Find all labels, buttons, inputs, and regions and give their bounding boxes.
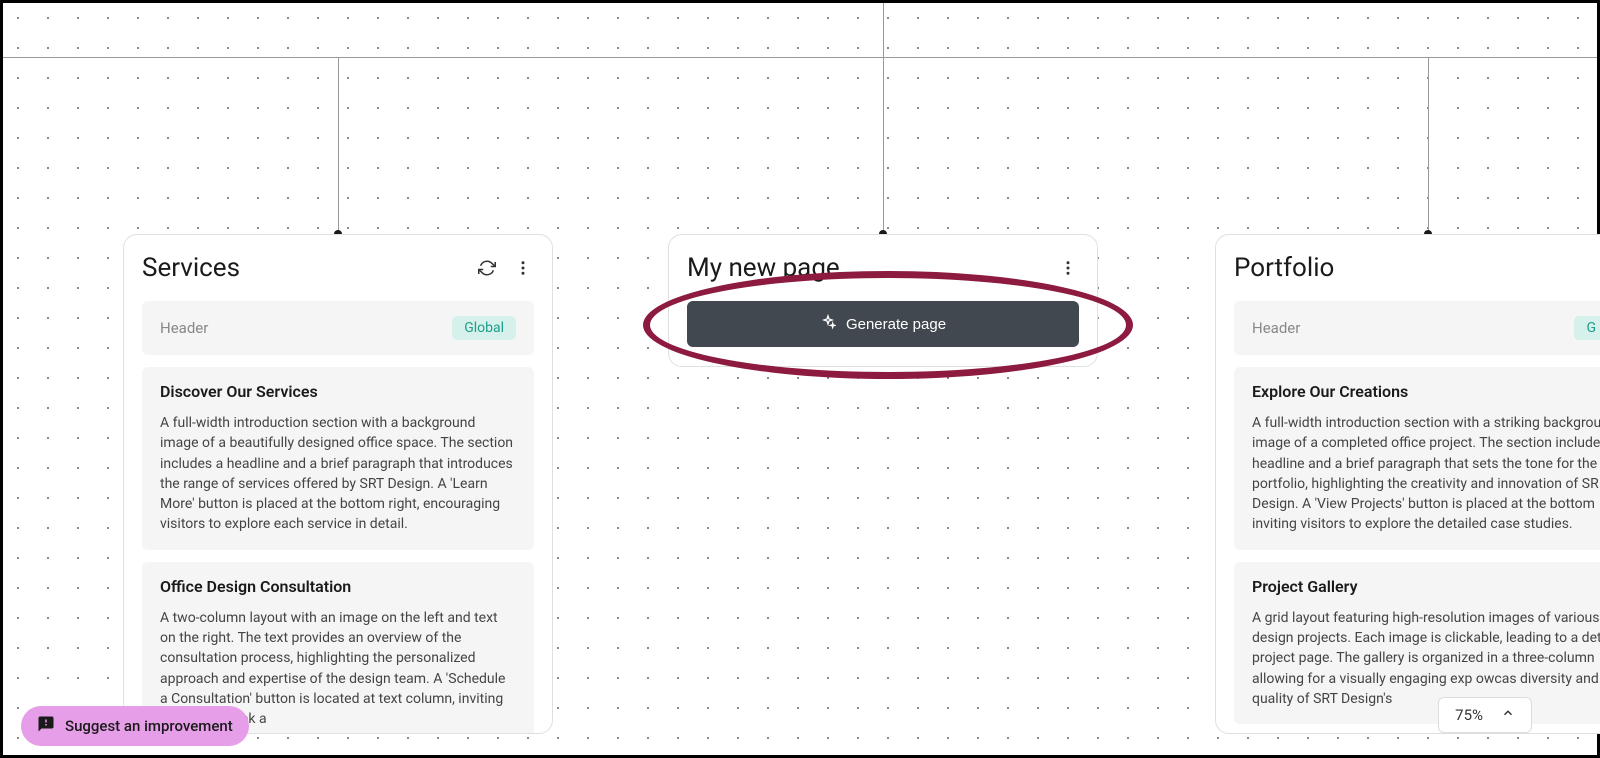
header-section-block[interactable]: Header G: [1234, 301, 1600, 355]
card-header: Portfolio: [1234, 253, 1600, 283]
page-card-newpage[interactable]: My new page Generate page: [668, 234, 1098, 367]
section-label: Header: [1252, 319, 1300, 337]
global-badge: G: [1574, 316, 1600, 340]
suggest-improvement-button[interactable]: Suggest an improvement: [21, 706, 249, 746]
section-label: Header: [160, 319, 208, 337]
generate-page-button[interactable]: Generate page: [687, 301, 1079, 347]
tree-connector: [883, 57, 884, 234]
section-block[interactable]: Project Gallery A grid layout featuring …: [1234, 562, 1600, 724]
more-vertical-icon[interactable]: [512, 257, 534, 279]
page-card-services[interactable]: Services Header Global Discover Our Serv…: [123, 234, 553, 734]
section-description: A full-width introduction section with a…: [160, 413, 516, 535]
section-description: A full-width introduction section with a…: [1252, 413, 1600, 535]
global-badge: Global: [452, 316, 516, 340]
section-description: A grid layout featuring high-resolution …: [1252, 608, 1600, 709]
suggest-label: Suggest an improvement: [65, 717, 233, 735]
card-title: My new page: [687, 253, 840, 283]
section-block[interactable]: Discover Our Services A full-width intro…: [142, 367, 534, 550]
card-header-actions: [1057, 257, 1079, 279]
section-title: Explore Our Creations: [1252, 382, 1600, 401]
card-title: Services: [142, 253, 240, 283]
zoom-control[interactable]: 75%: [1438, 697, 1532, 733]
more-vertical-icon[interactable]: [1057, 257, 1079, 279]
section-title: Project Gallery: [1252, 577, 1600, 596]
tree-connector: [1428, 57, 1429, 234]
canvas[interactable]: Services Header Global Discover Our Serv…: [3, 3, 1597, 755]
card-header: Services: [142, 253, 534, 283]
tree-horizontal-line: [3, 57, 1597, 58]
generate-button-label: Generate page: [846, 316, 946, 333]
section-title: Discover Our Services: [160, 382, 516, 401]
page-card-portfolio[interactable]: Portfolio Header G Explore Our Creations…: [1215, 234, 1600, 734]
section-title: Office Design Consultation: [160, 577, 516, 596]
sparkle-icon: [820, 314, 836, 334]
card-header-actions: [476, 257, 534, 279]
refresh-icon[interactable]: [476, 257, 498, 279]
chat-alert-icon: [37, 715, 55, 737]
tree-root-line: [883, 3, 884, 59]
card-header: My new page: [687, 253, 1079, 283]
chevron-up-icon: [1501, 706, 1515, 724]
header-section-block[interactable]: Header Global: [142, 301, 534, 355]
tree-connector: [338, 57, 339, 234]
zoom-value: 75%: [1455, 706, 1483, 724]
section-block[interactable]: Explore Our Creations A full-width intro…: [1234, 367, 1600, 550]
card-title: Portfolio: [1234, 253, 1334, 283]
